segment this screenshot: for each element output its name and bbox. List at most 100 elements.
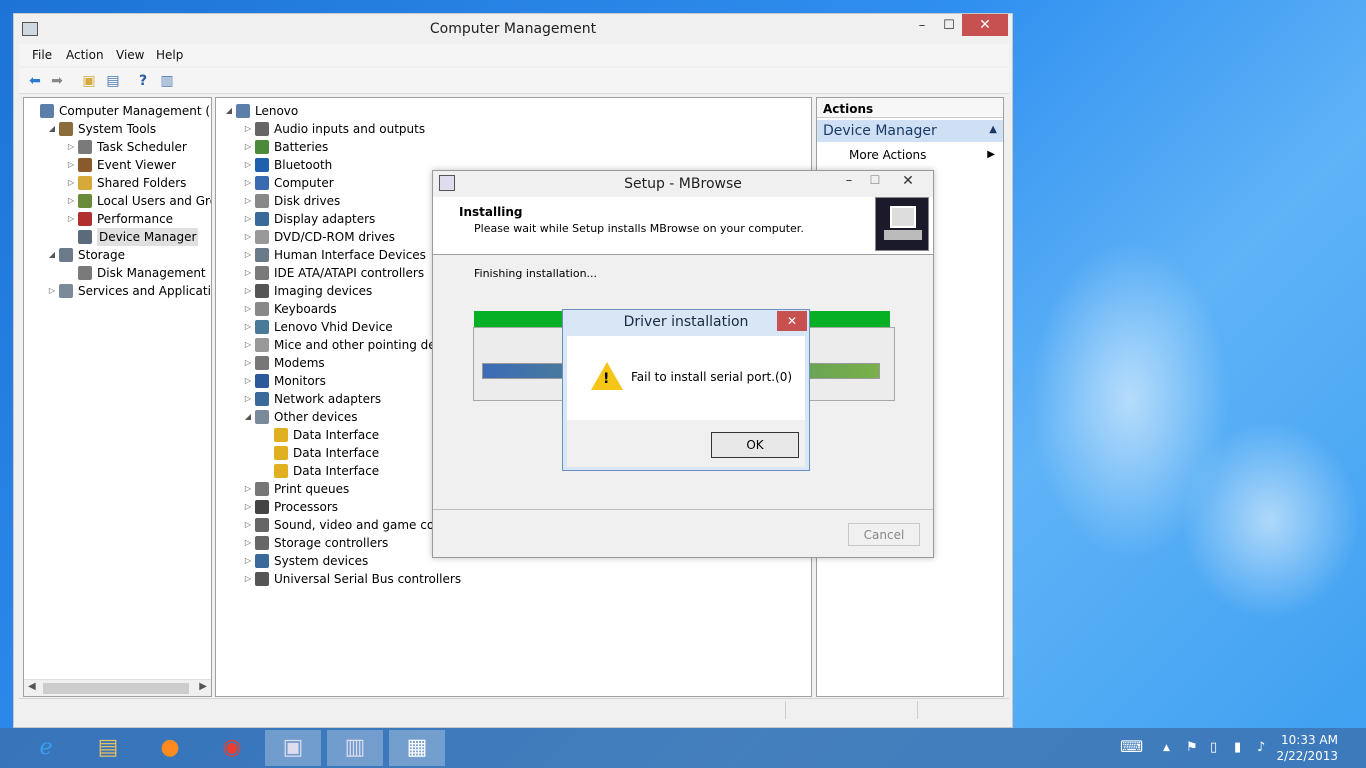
driver-close-button[interactable]: ✕	[777, 311, 807, 331]
clock[interactable]: 10:33 AM 2/22/2013	[1276, 732, 1338, 764]
collapse-arrow-icon[interactable]: ◢	[243, 408, 253, 426]
expand-arrow-icon[interactable]: ▷	[243, 390, 253, 408]
collapse-up-icon[interactable]: ▲	[989, 124, 997, 135]
expand-arrow-icon[interactable]: ▷	[243, 570, 253, 588]
horizontal-scrollbar[interactable]: ◀ ▶	[24, 679, 211, 696]
minimize-button[interactable]: –	[907, 16, 937, 36]
setup-minimize-button[interactable]: –	[839, 173, 859, 188]
actions-section-device-manager[interactable]: Device Manager ▲	[817, 120, 1003, 142]
more-actions-item[interactable]: More Actions	[849, 148, 926, 162]
expand-arrow-icon[interactable]: ▷	[243, 534, 253, 552]
firefox-icon[interactable]: ●	[142, 730, 198, 766]
touch-keyboard-icon[interactable]: ⌨	[1120, 737, 1143, 756]
setup-close-button[interactable]: ✕	[897, 173, 919, 189]
device-tree-item[interactable]: ◢ Lenovo	[216, 102, 811, 120]
console-tree-item[interactable]: ▷ Local Users and Groups	[24, 192, 211, 210]
expand-arrow-icon[interactable]: ▷	[243, 336, 253, 354]
expand-arrow-icon[interactable]: ▷	[243, 552, 253, 570]
expand-arrow-icon[interactable]: ▷	[47, 282, 57, 300]
collapse-arrow-icon[interactable]: ◢	[224, 102, 234, 120]
action-center-flag-icon[interactable]: ⚑	[1186, 740, 1198, 755]
console-tree-item[interactable]: ▷ Performance	[24, 210, 211, 228]
expand-arrow-icon[interactable]: ▷	[243, 174, 253, 192]
expand-arrow-icon[interactable]: ▷	[243, 516, 253, 534]
collapse-arrow-icon[interactable]: ◢	[47, 246, 57, 264]
expand-arrow-icon[interactable]: ▷	[243, 228, 253, 246]
help-icon[interactable]: ?	[133, 71, 153, 91]
expand-arrow-icon[interactable]: ▷	[243, 138, 253, 156]
console-tree-item[interactable]: Device Manager	[24, 228, 211, 246]
device-tree-item[interactable]: ▷ Audio inputs and outputs	[216, 120, 811, 138]
speaker-icon	[255, 122, 269, 136]
device-tree-item[interactable]: ▷ Universal Serial Bus controllers	[216, 570, 811, 588]
menu-action[interactable]: Action	[66, 48, 104, 62]
expand-arrow-icon[interactable]: ▷	[243, 300, 253, 318]
chrome-icon[interactable]: ◉	[204, 730, 260, 766]
submenu-arrow-icon: ▶	[987, 149, 995, 160]
volume-icon[interactable]: ♪	[1257, 740, 1265, 755]
menu-help[interactable]: Help	[156, 48, 183, 62]
ok-button[interactable]: OK	[711, 432, 799, 458]
performance-icon	[78, 212, 92, 226]
storage-controller-icon	[255, 536, 269, 550]
expand-arrow-icon[interactable]: ▷	[243, 156, 253, 174]
show-hide-tree-icon[interactable]: ▤	[103, 71, 123, 91]
internet-explorer-icon[interactable]: ℯ	[18, 730, 74, 766]
expand-arrow-icon[interactable]: ▷	[243, 372, 253, 390]
expand-arrow-icon[interactable]: ▷	[243, 246, 253, 264]
console-tree-item[interactable]: ▷ Shared Folders	[24, 174, 211, 192]
expand-arrow-icon[interactable]: ▷	[243, 318, 253, 336]
device-tree-label: Data Interface	[293, 446, 380, 460]
expand-arrow-icon[interactable]: ▷	[243, 120, 253, 138]
scrollbar-thumb[interactable]	[43, 683, 189, 694]
show-action-pane-icon[interactable]: ▥	[157, 71, 177, 91]
driver-install-taskbar-icon[interactable]: ▦	[389, 730, 445, 766]
expand-arrow-icon[interactable]: ▷	[66, 138, 76, 156]
expand-arrow-icon[interactable]: ▷	[243, 498, 253, 516]
back-arrow-icon[interactable]: ⬅	[25, 71, 45, 91]
console-tree-label: Task Scheduler	[97, 140, 187, 154]
computer-management-taskbar-icon[interactable]: ▣	[265, 730, 321, 766]
expand-arrow-icon[interactable]: ▷	[66, 210, 76, 228]
ide-icon	[255, 266, 269, 280]
warning-device-icon	[274, 428, 288, 442]
expand-arrow-icon[interactable]: ▷	[243, 264, 253, 282]
console-tree-item[interactable]: Computer Management (Local	[24, 102, 211, 120]
expand-arrow-icon[interactable]: ▷	[66, 192, 76, 210]
expand-arrow-icon[interactable]: ▷	[243, 480, 253, 498]
expand-arrow-icon[interactable]: ▷	[243, 192, 253, 210]
console-tree-item[interactable]: ▷ Services and Applications	[24, 282, 211, 300]
collapse-arrow-icon[interactable]: ◢	[47, 120, 57, 138]
more-actions-label: More Actions	[849, 148, 927, 162]
power-icon[interactable]: ▯	[1210, 740, 1217, 755]
expand-arrow-icon[interactable]: ▷	[243, 354, 253, 372]
device-tree-label: System devices	[274, 554, 369, 568]
menu-file[interactable]: File	[32, 48, 52, 62]
driver-installation-dialog: Driver installation ✕ ! Fail to install …	[562, 309, 810, 471]
forward-arrow-icon[interactable]: ➡	[47, 71, 67, 91]
expand-arrow-icon[interactable]: ▷	[243, 210, 253, 228]
console-tree-item[interactable]: Disk Management	[24, 264, 211, 282]
cancel-button[interactable]: Cancel	[848, 523, 920, 546]
scroll-left-icon[interactable]: ◀	[28, 681, 36, 692]
maximize-button[interactable]: ☐	[934, 16, 964, 36]
close-button[interactable]: ✕	[962, 14, 1008, 36]
show-hidden-icons-icon[interactable]: ▲	[1163, 743, 1170, 753]
console-tree-item[interactable]: ◢ System Tools	[24, 120, 211, 138]
unknown-device-icon	[255, 410, 269, 424]
menu-view[interactable]: View	[116, 48, 144, 62]
file-explorer-icon[interactable]: ▤	[80, 730, 136, 766]
console-tree-item[interactable]: ▷ Event Viewer	[24, 156, 211, 174]
console-tree-item[interactable]: ◢ Storage	[24, 246, 211, 264]
device-tree-item[interactable]: ▷ Batteries	[216, 138, 811, 156]
console-tree-label: Local Users and Groups	[97, 194, 211, 208]
up-folder-icon[interactable]: ▣	[79, 71, 99, 91]
expand-arrow-icon[interactable]: ▷	[66, 174, 76, 192]
expand-arrow-icon[interactable]: ▷	[66, 156, 76, 174]
console-tree-item[interactable]: ▷ Task Scheduler	[24, 138, 211, 156]
scroll-right-icon[interactable]: ▶	[199, 681, 207, 692]
expand-arrow-icon[interactable]: ▷	[243, 282, 253, 300]
network-icon[interactable]: ▮	[1234, 740, 1241, 755]
setup-maximize-button[interactable]: ☐	[865, 173, 885, 187]
setup-taskbar-icon[interactable]: ▥	[327, 730, 383, 766]
